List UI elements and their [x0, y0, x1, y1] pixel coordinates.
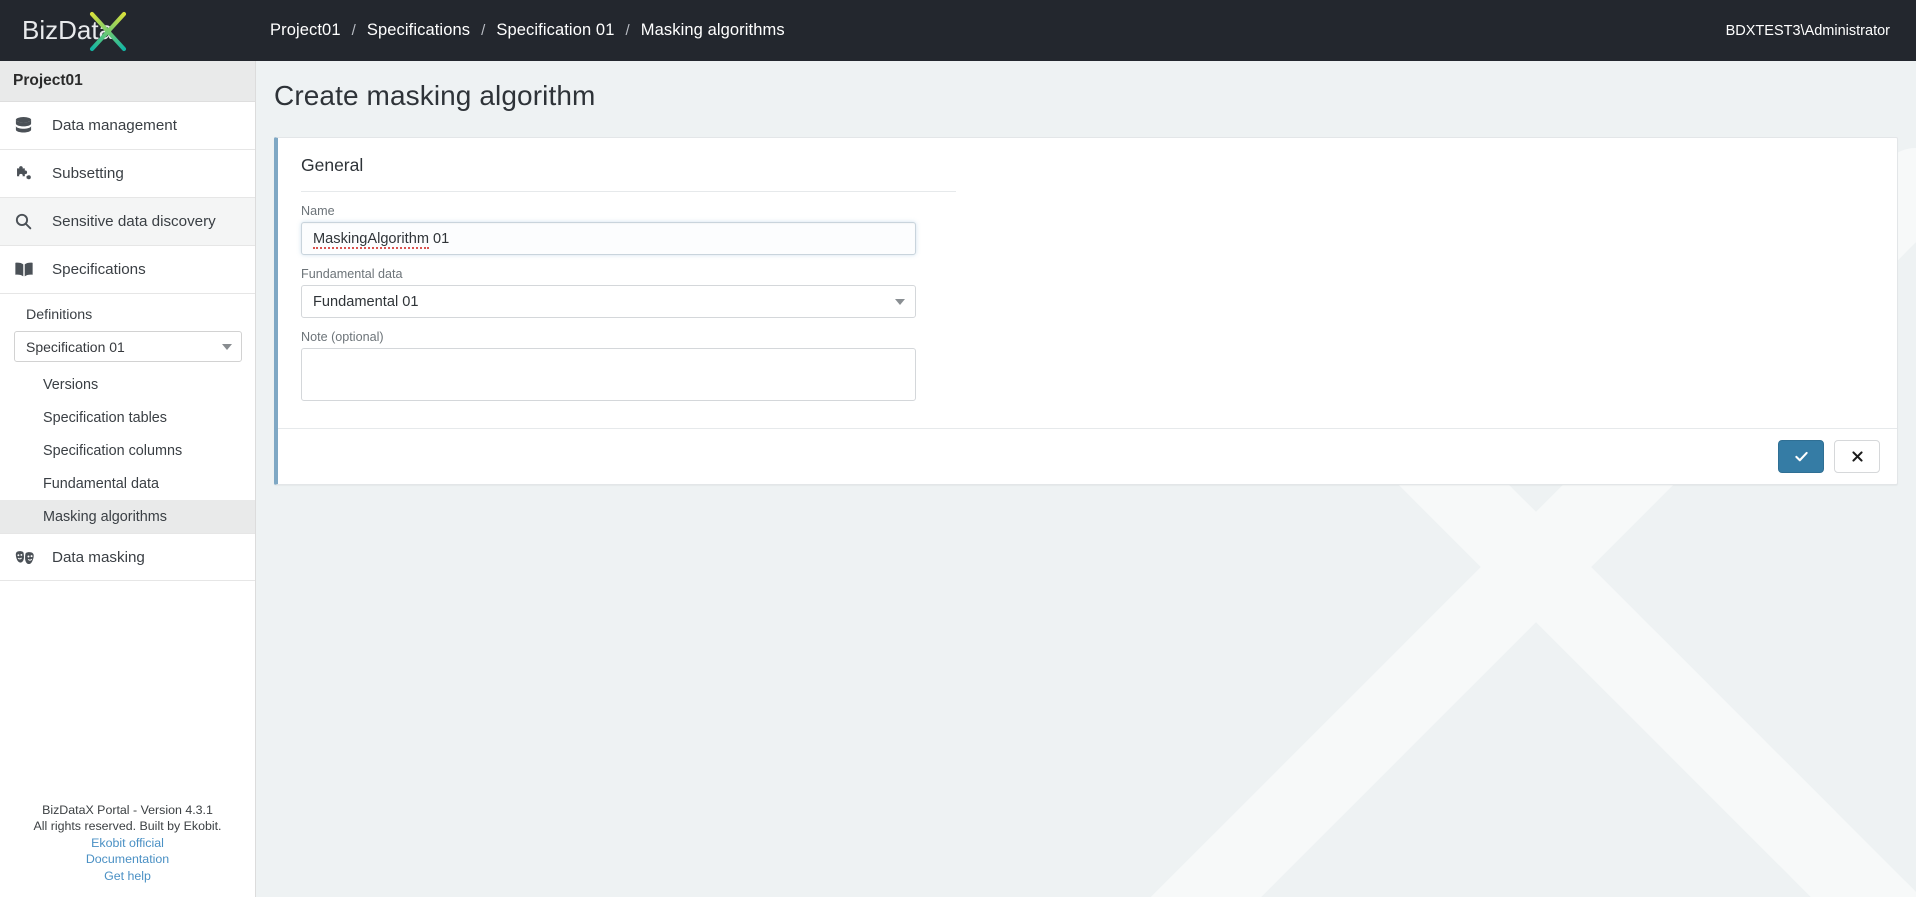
- current-user-label[interactable]: BDXTEST3\Administrator: [1726, 23, 1916, 39]
- sidebar-item-sensitive-data-discovery[interactable]: Sensitive data discovery: [0, 198, 255, 246]
- field-label-note: Note (optional): [301, 330, 384, 344]
- footer-link-get-help[interactable]: Get help: [0, 868, 255, 885]
- breadcrumb: Project01 / Specifications / Specificati…: [270, 21, 785, 40]
- sidebar-item-data-masking[interactable]: Data masking: [0, 533, 255, 581]
- cancel-button[interactable]: [1834, 440, 1880, 473]
- sidebar-subitem-label: Masking algorithms: [43, 508, 167, 525]
- sidebar-item-fundamental-data[interactable]: Fundamental data: [0, 467, 255, 500]
- name-input[interactable]: MaskingAlgorithm 01: [301, 222, 916, 255]
- name-input-value-misspelled: MaskingAlgorithm: [313, 230, 429, 249]
- sidebar-item-data-management[interactable]: Data management: [0, 102, 255, 150]
- name-input-value-rest: 01: [428, 230, 450, 247]
- search-icon: [14, 210, 42, 234]
- footer-rights: All rights reserved. Built by Ekobit.: [33, 819, 222, 833]
- puzzle-piece-icon: [14, 162, 42, 186]
- specification-select[interactable]: Specification 01: [14, 331, 242, 362]
- breadcrumb-item-masking-algorithms: Masking algorithms: [640, 21, 785, 39]
- breadcrumb-item-specifications[interactable]: Specifications: [367, 21, 470, 40]
- note-textarea[interactable]: [301, 348, 916, 401]
- app-logo[interactable]: BizData: [0, 0, 256, 61]
- breadcrumb-separator: /: [351, 22, 356, 39]
- definitions-label: Definitions: [26, 307, 93, 323]
- sidebar-subitem-label: Specification tables: [43, 409, 167, 426]
- fundamental-data-select[interactable]: Fundamental 01: [301, 285, 916, 318]
- close-icon: [1851, 451, 1863, 462]
- sidebar-item-label: Subsetting: [52, 165, 124, 182]
- card-body: Name MaskingAlgorithm 01 Fundamental dat…: [278, 192, 1897, 410]
- page-title: Create masking algorithm: [274, 80, 596, 111]
- sidebar-subitem-label: Specification columns: [43, 442, 183, 459]
- breadcrumb-separator: /: [481, 22, 486, 39]
- footer-link-ekobit-official[interactable]: Ekobit official: [0, 835, 255, 852]
- check-icon: [1794, 451, 1808, 462]
- book-icon: [14, 258, 42, 282]
- field-name: Name MaskingAlgorithm 01: [301, 192, 1874, 255]
- fundamental-data-select-value: Fundamental 01: [313, 293, 419, 310]
- main-content: Create masking algorithm General Name Ma…: [256, 61, 1916, 897]
- sidebar-item-label: Sensitive data discovery: [52, 213, 216, 230]
- sidebar-project-title: Project01: [0, 61, 255, 102]
- sidebar-item-specification-columns[interactable]: Specification columns: [0, 434, 255, 467]
- sidebar-item-specifications[interactable]: Specifications: [0, 246, 255, 294]
- sidebar-item-label: Specifications: [52, 261, 146, 278]
- sidebar-item-masking-algorithms[interactable]: Masking algorithms: [0, 500, 255, 533]
- card-actions: [278, 428, 1897, 484]
- database-icon: [14, 114, 42, 138]
- chevron-down-icon: [895, 298, 905, 305]
- chevron-down-icon: [222, 343, 232, 350]
- field-label-name: Name: [301, 204, 335, 218]
- field-note: Note (optional): [301, 318, 1874, 406]
- field-label-fundamental-data: Fundamental data: [301, 267, 403, 281]
- sidebar-subitem-label: Versions: [43, 376, 99, 393]
- sidebar-nav: Data management Subsetting Sensitive dat…: [0, 102, 255, 581]
- breadcrumb-separator: /: [625, 22, 630, 39]
- breadcrumb-item-specification-01[interactable]: Specification 01: [496, 21, 614, 40]
- sidebar-item-subsetting[interactable]: Subsetting: [0, 150, 255, 198]
- footer-version: BizDataX Portal - Version 4.3.1: [42, 802, 213, 817]
- sidebar-item-label: Data masking: [52, 548, 145, 566]
- general-card: General Name MaskingAlgorithm 01 Fundame…: [274, 137, 1898, 485]
- sidebar-item-label: Data management: [52, 117, 177, 134]
- specification-select-value: Specification 01: [26, 338, 125, 355]
- top-bar: BizData Project01 / Specifications / Spe…: [0, 0, 1916, 61]
- theater-masks-icon: [14, 545, 42, 569]
- sidebar-footer: BizDataX Portal - Version 4.3.1 All righ…: [0, 802, 255, 897]
- breadcrumb-item-project[interactable]: Project01: [270, 21, 341, 40]
- confirm-button[interactable]: [1778, 440, 1824, 473]
- sidebar: Project01 Data management Subsetting Sen…: [0, 61, 256, 897]
- sidebar-subnav: Definitions Specification 01 Versions Sp…: [0, 294, 255, 533]
- card-section-title: General: [301, 155, 364, 175]
- sidebar-item-versions[interactable]: Versions: [0, 368, 255, 401]
- field-fundamental-data: Fundamental data Fundamental 01: [301, 255, 1874, 318]
- sidebar-subitem-label: Fundamental data: [43, 475, 160, 492]
- footer-link-documentation[interactable]: Documentation: [0, 851, 255, 868]
- bizdatax-logo-icon: BizData: [22, 11, 127, 51]
- sidebar-item-specification-tables[interactable]: Specification tables: [0, 401, 255, 434]
